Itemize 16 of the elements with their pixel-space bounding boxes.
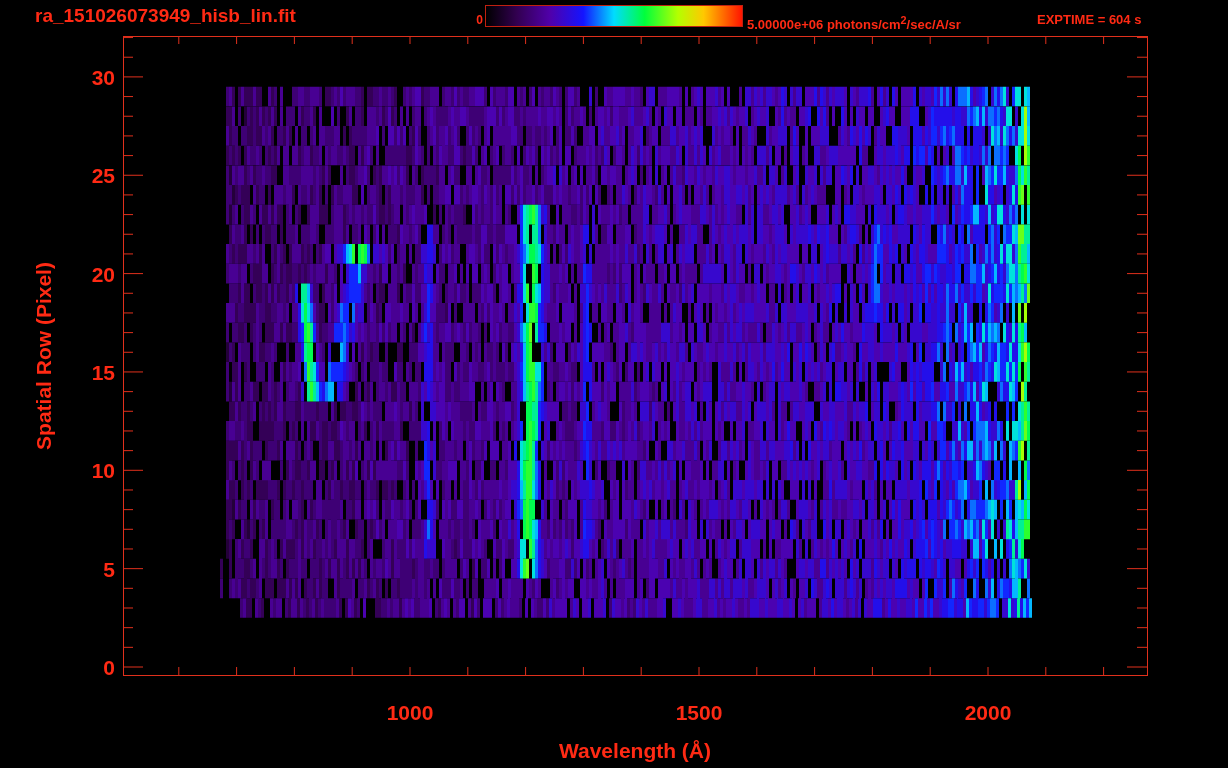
- y-tick-label: 0: [103, 656, 115, 679]
- y-tick-label: 5: [103, 557, 115, 581]
- y-axis-label: Spatial Row (Pixel): [32, 262, 55, 450]
- x-axis-label: Wavelength (Å): [558, 739, 712, 762]
- y-tick-label: 20: [91, 262, 115, 286]
- colorbar-max-label: 5.00000e+06 photons/cm$^{2}$/sec/A/sr: [747, 13, 962, 33]
- y-tick-label: 25: [91, 164, 115, 188]
- y-tick-label: 10: [91, 459, 115, 483]
- exposure-label: EXPTIME = 604 s: [1037, 13, 1142, 27]
- y-tick-label: 15: [91, 360, 115, 384]
- plot-title: ra_151026073949_hisb_lin.fit: [35, 5, 297, 27]
- colorbar-min-label: 0: [475, 13, 483, 27]
- y-tick-label: 30: [91, 65, 115, 89]
- x-tick-label: 1500: [675, 701, 723, 724]
- x-tick-label: 1000: [386, 701, 434, 724]
- x-tick-label: 2000: [964, 701, 1012, 724]
